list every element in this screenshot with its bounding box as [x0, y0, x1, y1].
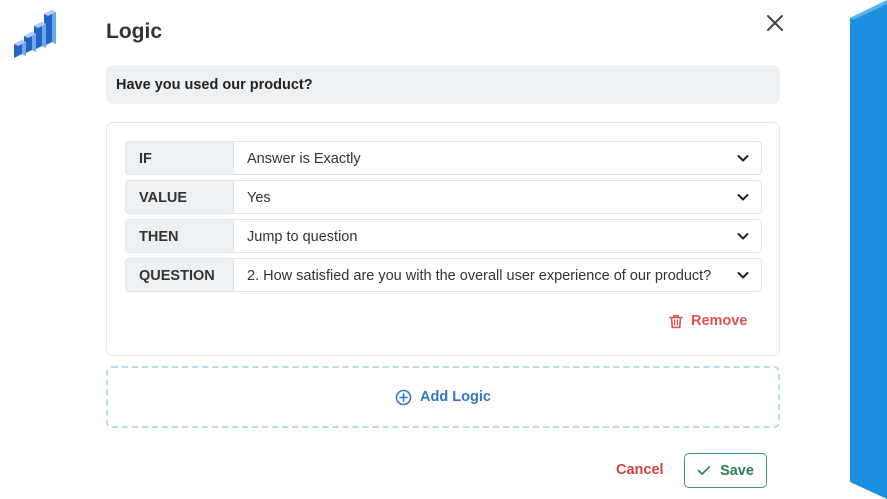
save-button[interactable]: Save — [684, 453, 767, 488]
brand-logo-icon — [12, 6, 56, 58]
select-value: Yes — [247, 190, 271, 206]
if-condition-select[interactable]: Answer is Exactly — [233, 141, 762, 175]
chevron-down-icon — [737, 194, 749, 201]
chevron-down-icon — [737, 271, 749, 280]
select-value: Answer is Exactly — [247, 151, 361, 167]
rule-label: VALUE — [125, 180, 233, 214]
save-label: Save — [720, 462, 754, 479]
then-action-select[interactable]: Jump to question — [233, 219, 762, 253]
logic-modal: Logic Have you used our product? IF Answ… — [86, 0, 808, 499]
value-select[interactable]: Yes — [233, 180, 762, 214]
chevron-down-icon — [737, 233, 749, 240]
modal-title: Logic — [106, 20, 162, 43]
chevron-down-icon — [737, 155, 749, 162]
rule-row-value: VALUE Yes — [125, 180, 762, 214]
add-logic-button[interactable]: Add Logic — [106, 366, 780, 428]
remove-label: Remove — [691, 313, 748, 329]
rule-row-if: IF Answer is Exactly — [125, 141, 762, 175]
check-icon — [697, 466, 711, 475]
rule-row-then: THEN Jump to question — [125, 219, 762, 253]
cancel-button[interactable]: Cancel — [616, 462, 664, 478]
question-text: Have you used our product? — [106, 65, 780, 104]
plus-circle-icon — [395, 389, 412, 405]
remove-rule-button[interactable]: Remove — [669, 313, 747, 329]
trash-icon — [669, 314, 683, 328]
select-value: 2. How satisfied are you with the overal… — [247, 268, 712, 284]
rule-label: THEN — [125, 219, 233, 253]
select-value: Jump to question — [247, 229, 358, 245]
side-decor-panel — [850, 0, 887, 499]
rule-label: QUESTION — [125, 258, 233, 292]
rule-row-question: QUESTION 2. How satisfied are you with t… — [125, 258, 762, 292]
close-icon[interactable] — [764, 12, 786, 34]
logic-rule-card: IF Answer is Exactly VALUE Yes THEN Jump… — [106, 122, 780, 356]
target-question-select[interactable]: 2. How satisfied are you with the overal… — [233, 258, 762, 292]
rule-label: IF — [125, 141, 233, 175]
add-logic-label: Add Logic — [420, 389, 491, 405]
